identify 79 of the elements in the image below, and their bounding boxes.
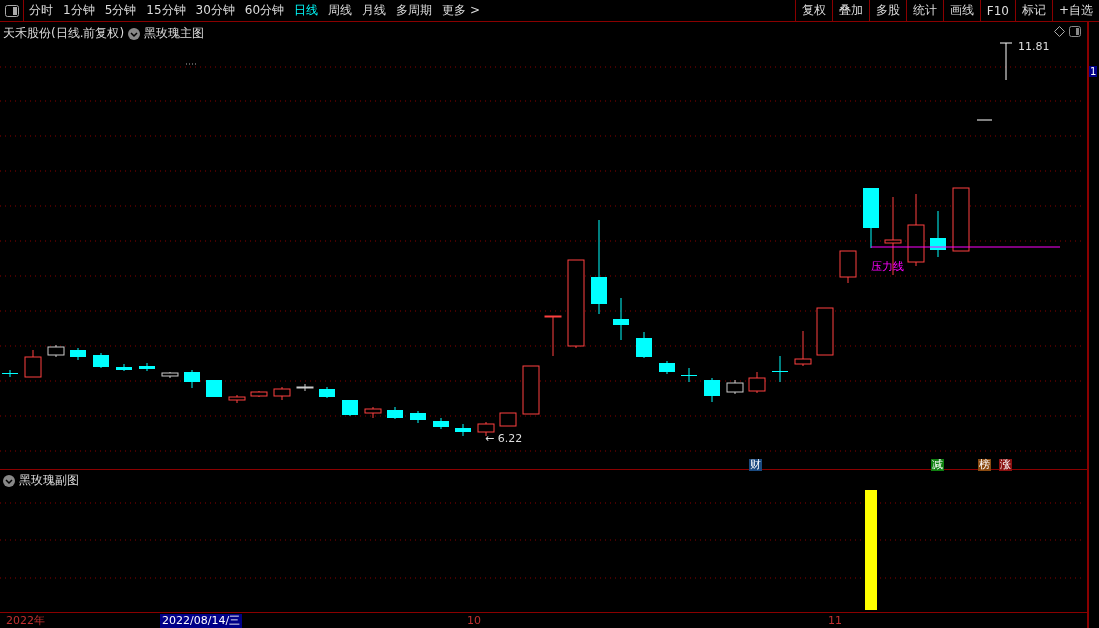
candlestick	[2, 369, 18, 378]
event-marker[interactable]: 财	[749, 459, 762, 471]
candlestick	[433, 417, 449, 430]
date-label: 10	[466, 613, 482, 628]
candlestick	[47, 344, 65, 358]
candlestick	[544, 315, 562, 357]
low-price-label: ← 6.22	[485, 432, 523, 445]
toolbar-button[interactable]: 多股	[868, 0, 906, 21]
candlestick	[364, 406, 382, 419]
toolbar-button[interactable]: 叠加	[831, 0, 869, 21]
candlestick	[748, 371, 766, 394]
dotted-mark	[185, 63, 199, 65]
candlestick	[116, 363, 132, 372]
high-marker	[999, 42, 1013, 81]
toolbar-button[interactable]: 统计	[905, 0, 943, 21]
candlestick	[636, 331, 652, 359]
candlestick	[726, 379, 744, 395]
candlestick	[161, 371, 179, 379]
period-tab[interactable]: 5分钟	[99, 2, 142, 19]
date-label: 2022年	[5, 613, 46, 628]
dash-mark	[976, 119, 993, 121]
period-tab[interactable]: 15分钟	[141, 2, 191, 19]
stock-title: 天禾股份(日线.前复权)	[3, 25, 125, 42]
candlestick	[772, 355, 788, 383]
candlestick	[342, 399, 358, 417]
period-tab[interactable]: 更多 >	[437, 2, 485, 19]
period-tab[interactable]: 60分钟	[239, 2, 290, 19]
event-marker[interactable]: 涨	[999, 459, 1012, 471]
candlestick	[410, 410, 426, 424]
toolbar-button[interactable]: 复权	[794, 0, 832, 21]
current-price-label: 1	[1089, 66, 1098, 77]
period-tab[interactable]: 多周期	[391, 2, 438, 19]
indicator-name[interactable]: 黑玫瑰副图	[19, 472, 79, 489]
candlestick	[952, 187, 970, 252]
candlestick	[24, 349, 42, 378]
event-marker[interactable]: 榜	[978, 459, 991, 471]
candlestick	[184, 369, 200, 389]
pressure-line-label: 压力线	[871, 259, 904, 274]
candlestick	[273, 386, 291, 401]
candlestick	[794, 330, 812, 367]
date-label: 11	[827, 613, 843, 628]
panel-toggle-icon[interactable]	[1069, 26, 1081, 37]
toolbar-button[interactable]: +自选	[1051, 0, 1099, 21]
period-tab[interactable]: 30分钟	[190, 2, 240, 19]
candlestick	[863, 187, 879, 249]
candlestick	[139, 362, 155, 372]
indicator-name[interactable]: 黑玫瑰主图	[144, 25, 205, 42]
candlestick	[319, 386, 335, 399]
candlestick	[228, 394, 246, 404]
candlestick	[70, 347, 86, 361]
candlestick	[455, 423, 471, 437]
candlestick	[499, 412, 517, 427]
period-tab[interactable]: 周线	[323, 2, 358, 19]
candlestick	[816, 307, 834, 356]
candlestick	[659, 360, 675, 375]
candlestick	[681, 367, 697, 383]
candlestick	[93, 352, 109, 369]
period-tab[interactable]: 月线	[357, 2, 392, 19]
date-label: 2022/08/14/三	[160, 613, 243, 628]
candlestick	[522, 365, 540, 415]
high-price-label: 11.81	[1018, 40, 1050, 53]
candlestick	[477, 421, 495, 437]
toolbar-button[interactable]: F10	[979, 0, 1015, 21]
dropdown-icon[interactable]	[128, 27, 141, 40]
toolbar-button[interactable]: 画线	[942, 0, 980, 21]
dropdown-icon[interactable]	[3, 474, 15, 487]
period-tab[interactable]: 分时	[24, 2, 58, 19]
candlestick	[613, 297, 629, 341]
event-marker[interactable]: 减	[931, 459, 944, 471]
candlestick	[704, 377, 720, 403]
toolbar-button[interactable]: 标记	[1014, 0, 1052, 21]
diamond-icon[interactable]	[1054, 26, 1065, 37]
candlestick	[387, 406, 403, 420]
candlestick	[250, 390, 268, 398]
candlestick	[839, 250, 857, 284]
candlestick	[206, 379, 222, 398]
candlestick	[930, 210, 946, 258]
period-tab[interactable]: 日线	[289, 2, 324, 19]
period-tab[interactable]: 1分钟	[58, 2, 100, 19]
